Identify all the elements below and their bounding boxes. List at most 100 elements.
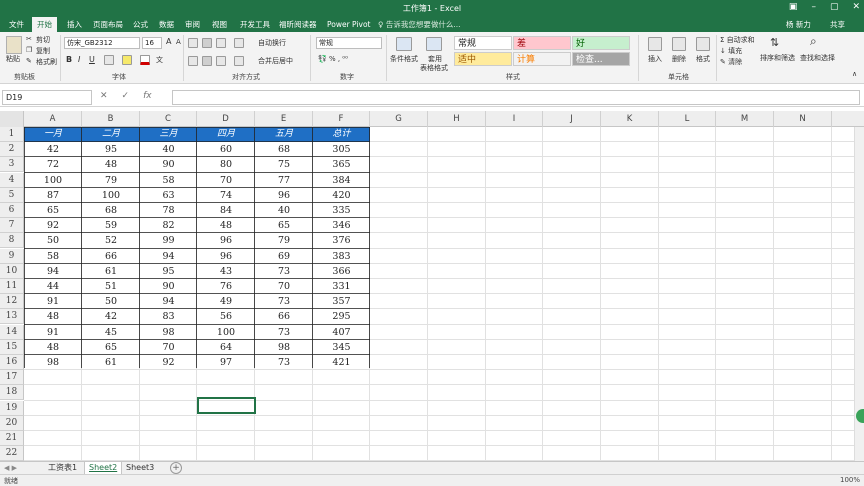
table-cell[interactable]: 83 xyxy=(140,309,197,324)
autosum-button[interactable]: Σ 自动求和 xyxy=(720,35,755,45)
column-header-c[interactable]: C xyxy=(140,111,197,127)
minimize-icon[interactable]: – xyxy=(811,2,816,12)
sort-filter-button[interactable]: 排序和筛选 xyxy=(760,53,795,63)
underline-button[interactable]: U xyxy=(89,55,95,64)
insert-cells-button[interactable]: 插入 xyxy=(648,54,662,64)
column-header-k[interactable]: K xyxy=(601,111,659,127)
maximize-icon[interactable]: ▢ xyxy=(830,2,839,12)
fill-button[interactable]: ↓ 填充 xyxy=(720,46,742,56)
formula-input[interactable] xyxy=(172,90,860,105)
font-name-select[interactable]: 仿宋_GB2312 xyxy=(64,37,140,49)
copy-button[interactable]: 复制 xyxy=(36,46,50,56)
column-header-a[interactable]: A xyxy=(24,111,82,127)
copy-icon[interactable]: ❐ xyxy=(26,46,32,54)
name-box[interactable]: D19 xyxy=(2,90,92,105)
merge-center-button[interactable]: 合并后居中 xyxy=(258,56,293,66)
table-cell[interactable]: 65 xyxy=(255,218,313,233)
tab-page-layout[interactable]: 页面布局 xyxy=(88,17,128,32)
row-header-5[interactable]: 5 xyxy=(0,187,24,203)
sheet-tab-1[interactable]: 工资表1 xyxy=(44,462,81,474)
table-cell[interactable]: 72 xyxy=(24,157,82,172)
table-cell[interactable]: 90 xyxy=(140,279,197,294)
table-cell[interactable]: 42 xyxy=(24,142,82,157)
column-header-b[interactable]: B xyxy=(82,111,140,127)
table-cell[interactable]: 94 xyxy=(24,264,82,279)
table-cell[interactable]: 49 xyxy=(197,294,255,309)
table-cell[interactable]: 365 xyxy=(313,157,370,172)
tab-file[interactable]: 文件 xyxy=(4,17,29,32)
table-cell[interactable]: 420 xyxy=(313,188,370,203)
table-cell[interactable]: 331 xyxy=(313,279,370,294)
table-header-cell[interactable]: 四月 xyxy=(197,127,255,142)
table-cell[interactable]: 68 xyxy=(255,142,313,157)
table-cell[interactable]: 61 xyxy=(82,264,140,279)
table-cell[interactable]: 92 xyxy=(140,355,197,370)
align-left-icon[interactable] xyxy=(188,56,198,66)
align-top-icon[interactable] xyxy=(188,38,198,48)
tab-power-pivot[interactable]: Power Pivot xyxy=(322,17,375,32)
clear-button[interactable]: ✎ 清除 xyxy=(720,57,742,67)
phonetic-icon[interactable]: 文 xyxy=(156,55,163,65)
number-format-select[interactable]: 常规 xyxy=(316,37,382,49)
table-cell[interactable]: 77 xyxy=(255,173,313,188)
table-cell[interactable]: 94 xyxy=(140,249,197,264)
row-header-1[interactable]: 1 xyxy=(0,127,24,142)
column-header-g[interactable]: G xyxy=(370,111,428,127)
table-cell[interactable]: 43 xyxy=(197,264,255,279)
table-cell[interactable]: 50 xyxy=(24,233,82,248)
column-header-e[interactable]: E xyxy=(255,111,313,127)
format-cells-button[interactable]: 格式 xyxy=(696,54,710,64)
table-header-cell[interactable]: 五月 xyxy=(255,127,313,142)
row-header-18[interactable]: 18 xyxy=(0,385,24,401)
row-header-8[interactable]: 8 xyxy=(0,233,24,249)
shrink-font-button[interactable]: A xyxy=(176,38,181,46)
table-cell[interactable]: 366 xyxy=(313,264,370,279)
table-cell[interactable]: 73 xyxy=(255,355,313,370)
style-calculation[interactable]: 计算 xyxy=(513,52,571,66)
row-header-12[interactable]: 12 xyxy=(0,294,24,310)
user-name[interactable]: 杨 新力 xyxy=(786,17,811,32)
table-cell[interactable]: 61 xyxy=(82,355,140,370)
table-cell[interactable]: 48 xyxy=(197,218,255,233)
row-header-6[interactable]: 6 xyxy=(0,203,24,218)
indent-icon[interactable] xyxy=(234,56,244,66)
table-cell[interactable]: 50 xyxy=(82,294,140,309)
style-bad[interactable]: 差 xyxy=(513,36,571,50)
tab-foxit[interactable]: 福昕阅读器 xyxy=(274,17,322,32)
row-header-10[interactable]: 10 xyxy=(0,263,24,279)
table-cell[interactable]: 68 xyxy=(82,203,140,218)
table-cell[interactable]: 59 xyxy=(82,218,140,233)
paste-icon[interactable] xyxy=(6,36,22,54)
table-cell[interactable]: 98 xyxy=(140,325,197,340)
table-cell[interactable]: 69 xyxy=(255,249,313,264)
close-icon[interactable]: ✕ xyxy=(852,2,860,12)
row-header-11[interactable]: 11 xyxy=(0,279,24,294)
align-bottom-icon[interactable] xyxy=(216,38,226,48)
table-cell[interactable]: 65 xyxy=(82,340,140,355)
table-cell[interactable]: 80 xyxy=(197,157,255,172)
column-header-d[interactable]: D xyxy=(197,111,255,127)
select-all-corner[interactable] xyxy=(0,111,24,127)
table-cell[interactable]: 70 xyxy=(255,279,313,294)
row-header-22[interactable]: 22 xyxy=(0,446,24,461)
column-header-m[interactable]: M xyxy=(716,111,774,127)
table-cell[interactable]: 82 xyxy=(140,218,197,233)
table-cell[interactable]: 96 xyxy=(197,233,255,248)
sheet-tab-3[interactable]: Sheet3 xyxy=(122,462,158,474)
table-cell[interactable]: 73 xyxy=(255,294,313,309)
selected-cell-d19[interactable] xyxy=(197,397,256,414)
row-header-20[interactable]: 20 xyxy=(0,415,24,431)
style-neutral[interactable]: 适中 xyxy=(454,52,512,66)
tab-developer[interactable]: 开发工具 xyxy=(235,17,275,32)
table-cell[interactable]: 305 xyxy=(313,142,370,157)
row-header-16[interactable]: 16 xyxy=(0,355,24,370)
column-header-f[interactable]: F xyxy=(313,111,370,127)
table-cell[interactable]: 91 xyxy=(24,294,82,309)
table-cell[interactable]: 63 xyxy=(140,188,197,203)
delete-cells-button[interactable]: 删除 xyxy=(672,54,686,64)
table-format-icon[interactable] xyxy=(426,37,442,51)
row-header-4[interactable]: 4 xyxy=(0,172,24,188)
table-cell[interactable]: 100 xyxy=(197,325,255,340)
column-header-j[interactable]: J xyxy=(543,111,601,127)
font-color-icon[interactable] xyxy=(140,55,150,65)
